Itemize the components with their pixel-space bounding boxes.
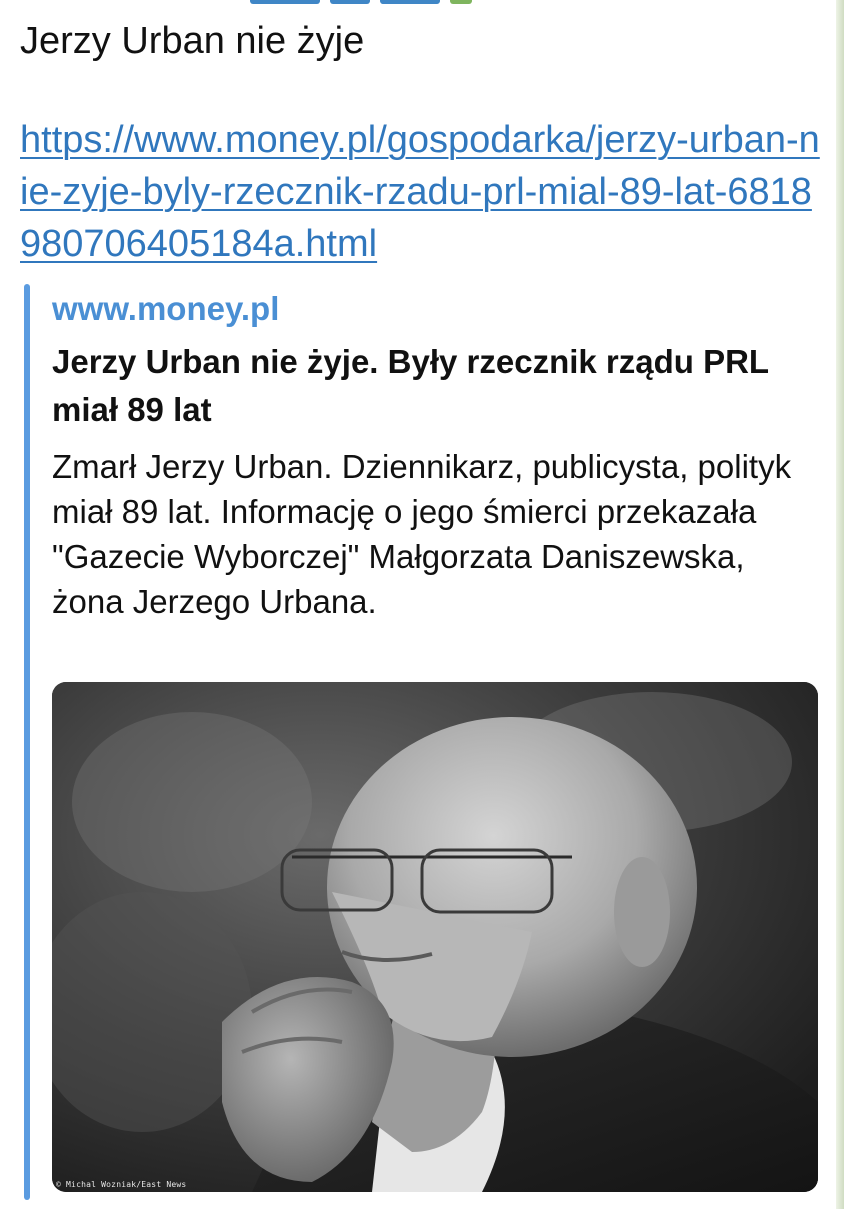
preview-photo[interactable]: © Michal Wozniak/East News — [52, 682, 818, 1192]
photo-credit: © Michal Wozniak/East News — [56, 1180, 187, 1189]
chat-background-edge — [836, 0, 844, 1209]
preview-accent-bar — [24, 284, 30, 1200]
message-link[interactable]: https://www.money.pl/gospodarka/jerzy-ur… — [20, 114, 820, 270]
preview-title: Jerzy Urban nie żyje. Były rzecznik rząd… — [52, 343, 769, 428]
chat-message: Jerzy Urban nie żyje https://www.money.p… — [20, 16, 820, 270]
message-text: Jerzy Urban nie żyje — [20, 20, 365, 62]
link-preview-card[interactable]: www.money.pl Jerzy Urban nie żyje. Były … — [24, 284, 818, 1200]
portrait-photo-image — [52, 682, 818, 1192]
preview-site-name: www.money.pl — [52, 290, 280, 327]
preview-description: Zmarł Jerzy Urban. Dziennikarz, publicys… — [52, 448, 792, 620]
previous-message-fragment — [250, 0, 570, 4]
